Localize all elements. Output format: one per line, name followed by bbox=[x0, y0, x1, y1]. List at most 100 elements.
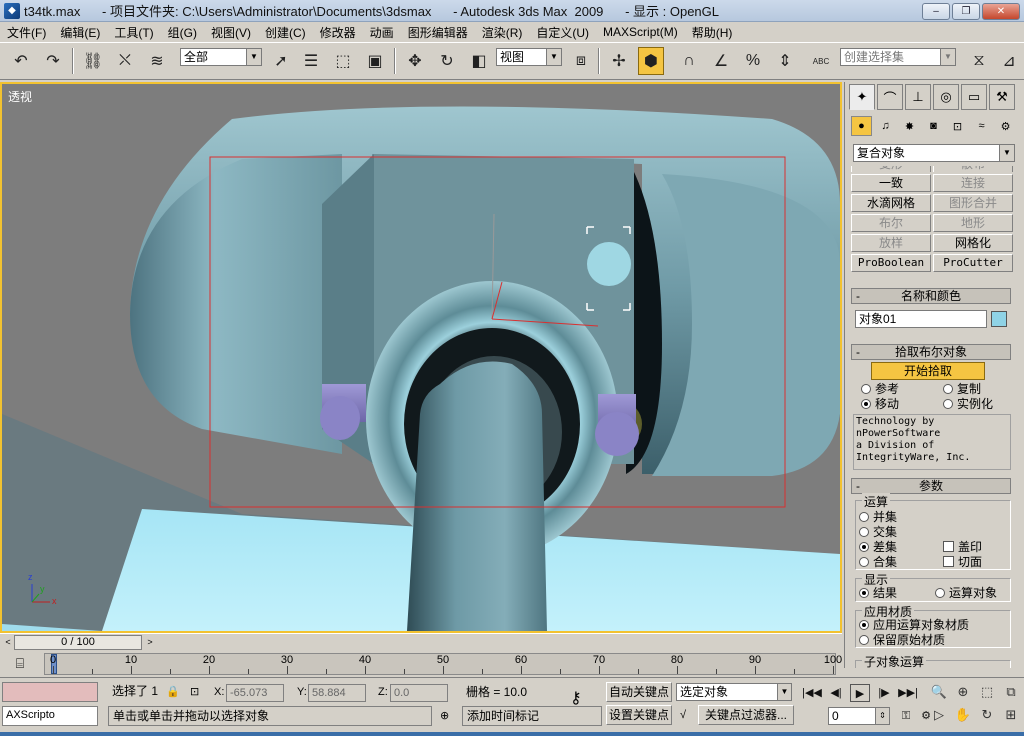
bind-space-warp-icon[interactable]: ≋ bbox=[144, 47, 170, 75]
redo-icon[interactable]: ↷ bbox=[40, 47, 66, 75]
connect-button[interactable]: 连接 bbox=[933, 174, 1013, 192]
snap-toggle-icon[interactable]: ∩ bbox=[676, 47, 702, 75]
modify-tab-icon[interactable]: ⌒ bbox=[877, 84, 903, 110]
select-and-link-icon[interactable]: ⛓ bbox=[80, 47, 106, 75]
object-name-input[interactable]: 对象01 bbox=[855, 310, 987, 328]
arc-rotate-icon[interactable]: ↻ bbox=[976, 705, 998, 725]
rotate-icon[interactable]: ↻ bbox=[434, 47, 460, 75]
key-filters-button[interactable]: 关键点过滤器... bbox=[698, 705, 794, 725]
menu-group[interactable]: 组(G) bbox=[161, 24, 204, 41]
object-category-select[interactable]: 复合对象 ▼ bbox=[853, 144, 1015, 162]
hierarchy-tab-icon[interactable]: ⊥ bbox=[905, 84, 931, 110]
keyboard-shortcut-override-icon[interactable]: ⬢ bbox=[638, 47, 664, 75]
pick-boolean-rollout-header[interactable]: - 拾取布尔对象 bbox=[851, 344, 1011, 360]
select-by-name-icon[interactable]: ☰ bbox=[298, 47, 324, 75]
utilities-tab-icon[interactable]: ⚒ bbox=[989, 84, 1015, 110]
next-frame-icon[interactable]: |▶ bbox=[874, 684, 894, 702]
menu-create[interactable]: 创建(C) bbox=[258, 24, 313, 41]
menu-modifiers[interactable]: 修改器 bbox=[313, 24, 363, 41]
select-object-icon[interactable]: ➚ bbox=[268, 47, 294, 75]
shapemerge-button[interactable]: 图形合并 bbox=[933, 194, 1013, 212]
add-time-tag-button[interactable]: 添加时间标记 bbox=[462, 706, 602, 726]
goto-start-icon[interactable]: |◀◀ bbox=[802, 684, 822, 702]
boolean-button[interactable]: 布尔 bbox=[851, 214, 931, 232]
pick-option-instance[interactable]: 实例化 bbox=[943, 395, 993, 412]
maximize-button[interactable]: ❐ bbox=[952, 3, 980, 20]
op-merge[interactable]: 合集 bbox=[859, 553, 897, 570]
mesher-button[interactable]: 网格化 bbox=[933, 234, 1013, 252]
close-button[interactable]: ✕ bbox=[982, 3, 1020, 20]
morph-button[interactable]: 变形 bbox=[851, 166, 931, 172]
select-manipulate-icon[interactable]: ✢ bbox=[606, 47, 632, 75]
zoom-extents-icon[interactable]: ⬚ bbox=[976, 682, 998, 702]
zoom-all-icon[interactable]: ⊕ bbox=[952, 682, 974, 702]
zoom-extents-all-icon[interactable]: ⧉ bbox=[1000, 682, 1022, 702]
goto-end-icon[interactable]: ▶▶| bbox=[898, 684, 918, 702]
key-tangent-icon[interactable]: √ bbox=[680, 706, 686, 724]
window-crossing-icon[interactable]: ▣ bbox=[362, 47, 388, 75]
maximize-viewport-icon[interactable]: ⊞ bbox=[1000, 705, 1022, 725]
loft-button[interactable]: 放样 bbox=[851, 234, 931, 252]
scatter-button[interactable]: 散布 bbox=[933, 166, 1013, 172]
undo-icon[interactable]: ↶ bbox=[8, 47, 34, 75]
menu-help[interactable]: 帮助(H) bbox=[685, 24, 740, 41]
perspective-viewport[interactable]: 透视 z x y bbox=[0, 82, 842, 633]
systems-icon[interactable]: ⚙ bbox=[995, 116, 1016, 136]
pivot-center-icon[interactable]: ⧈ bbox=[568, 47, 594, 75]
pan-icon[interactable]: ✋ bbox=[952, 705, 974, 725]
prev-frame-icon[interactable]: ◀| bbox=[826, 684, 846, 702]
menu-customize[interactable]: 自定义(U) bbox=[529, 24, 596, 41]
lock-icon[interactable]: 🔒 bbox=[166, 683, 180, 701]
time-slider[interactable]: < 0 / 100 > bbox=[0, 633, 842, 651]
object-color-swatch[interactable] bbox=[991, 311, 1007, 327]
menu-maxscript[interactable]: MAXScript(M) bbox=[596, 25, 685, 39]
reference-coord-select[interactable]: 视图 ▼ bbox=[496, 48, 562, 66]
angle-snap-icon[interactable]: ∠ bbox=[708, 47, 734, 75]
maxscript-listener-input[interactable]: AXScripto bbox=[2, 706, 98, 726]
pick-option-move[interactable]: 移动 bbox=[861, 395, 899, 412]
time-prev-icon[interactable]: < bbox=[2, 635, 14, 650]
cameras-icon[interactable]: ◙ bbox=[923, 116, 944, 136]
spinner-snap-icon[interactable]: ⇕ bbox=[772, 47, 798, 75]
time-next-icon[interactable]: > bbox=[144, 635, 156, 650]
cut-checkbox[interactable]: 切面 bbox=[943, 553, 982, 570]
selection-filter-select[interactable]: 全部 ▼ bbox=[180, 48, 262, 66]
field-of-view-icon[interactable]: ▷ bbox=[928, 705, 950, 725]
geometry-icon[interactable]: ● bbox=[851, 116, 872, 136]
auto-key-button[interactable]: 自动关键点 bbox=[606, 682, 672, 702]
menu-views[interactable]: 视图(V) bbox=[204, 24, 258, 41]
parameters-rollout-header[interactable]: - 参数 bbox=[851, 478, 1011, 494]
menu-tools[interactable]: 工具(T) bbox=[107, 24, 160, 41]
menu-edit[interactable]: 编辑(E) bbox=[53, 24, 107, 41]
timeline-ruler[interactable]: 0 10 20 30 40 50 60 70 80 90 100 bbox=[44, 653, 842, 675]
motion-tab-icon[interactable]: ◎ bbox=[933, 84, 959, 110]
shapes-icon[interactable]: ♫ bbox=[875, 116, 896, 136]
time-slider-thumb[interactable]: 0 / 100 bbox=[14, 635, 142, 650]
percent-snap-icon[interactable]: % bbox=[740, 47, 766, 75]
viewport-label[interactable]: 透视 bbox=[8, 88, 32, 105]
mirror-icon[interactable]: ⧖ bbox=[966, 47, 992, 75]
z-coordinate-field[interactable]: 0.0 bbox=[390, 684, 448, 702]
blobmesh-button[interactable]: 水滴网格 bbox=[851, 194, 931, 212]
key-mode-toggle-icon[interactable]: ⚿ bbox=[896, 707, 916, 725]
menu-graph-editors[interactable]: 图形编辑器 bbox=[401, 24, 475, 41]
create-tab-icon[interactable]: ✦ bbox=[849, 84, 875, 110]
retain-original-material[interactable]: 保留原始材质 bbox=[859, 631, 945, 648]
display-result[interactable]: 结果 bbox=[859, 584, 897, 601]
rect-selection-icon[interactable]: ⬚ bbox=[330, 47, 356, 75]
terrain-button[interactable]: 地形 bbox=[933, 214, 1013, 232]
name-color-rollout-header[interactable]: - 名称和颜色 bbox=[851, 288, 1011, 304]
conform-button[interactable]: 一致 bbox=[851, 174, 931, 192]
y-coordinate-field[interactable]: 58.884 bbox=[308, 684, 366, 702]
set-key-button[interactable]: 设置关键点 bbox=[606, 705, 672, 725]
menu-animation[interactable]: 动画 bbox=[363, 24, 401, 41]
absolute-mode-icon[interactable]: ⊡ bbox=[190, 683, 199, 701]
move-icon[interactable]: ✥ bbox=[402, 47, 428, 75]
zoom-icon[interactable]: 🔍 bbox=[928, 682, 950, 702]
start-pick-button[interactable]: 开始拾取 bbox=[871, 362, 985, 380]
key-mode-select[interactable]: 选定对象 ▼ bbox=[676, 683, 792, 701]
scale-icon[interactable]: ◧ bbox=[466, 47, 492, 75]
space-warps-icon[interactable]: ≈ bbox=[971, 116, 992, 136]
align-icon[interactable]: ⊿ bbox=[996, 47, 1022, 75]
current-frame-field[interactable]: 0 ⇕ bbox=[828, 707, 890, 725]
